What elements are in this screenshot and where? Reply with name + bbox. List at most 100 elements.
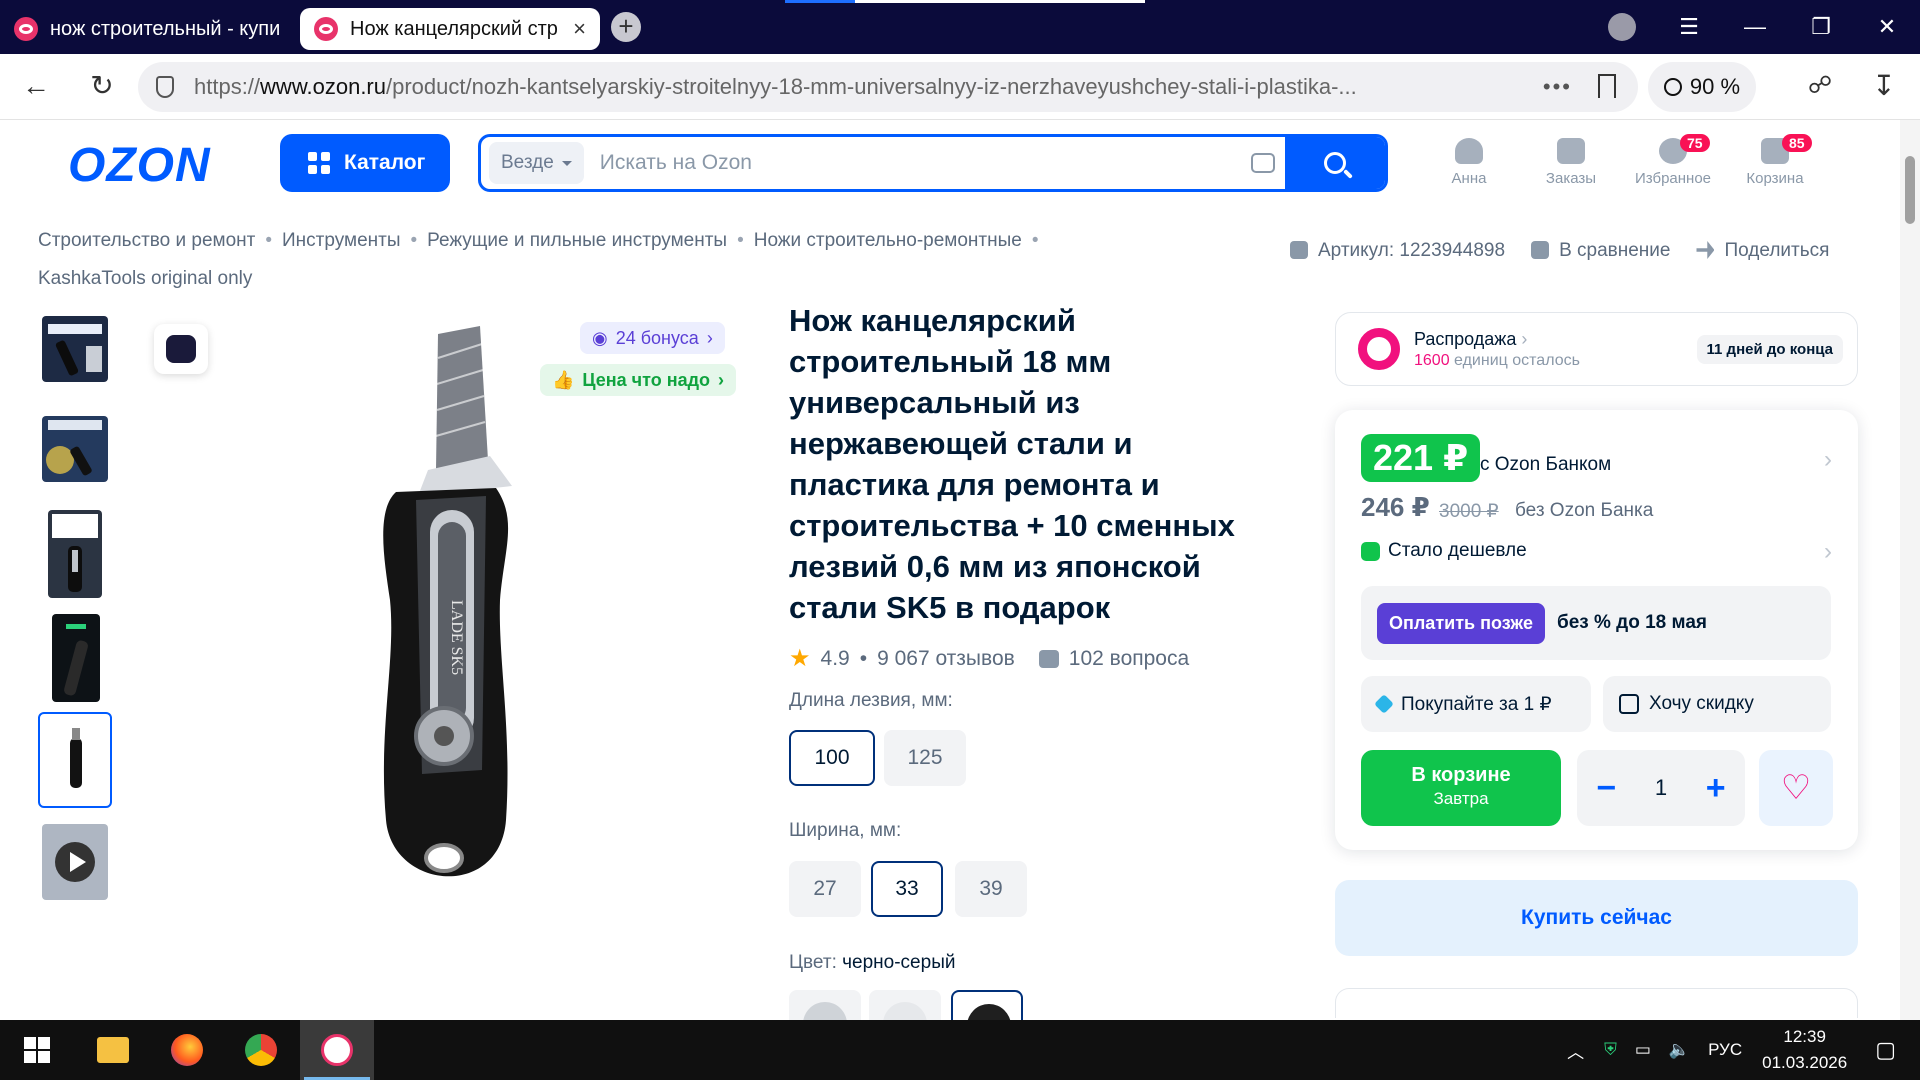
gallery-video-thumbnail[interactable] <box>42 824 108 900</box>
chevron-right-icon[interactable]: › <box>1824 538 1832 566</box>
reload-icon[interactable]: ↻ <box>82 66 122 106</box>
cart-label: Корзина <box>1746 170 1804 187</box>
shield-icon <box>156 76 174 98</box>
page-scrollbar[interactable] <box>1900 120 1920 1020</box>
header-orders[interactable]: Заказы <box>1526 138 1616 187</box>
width-option[interactable]: 39 <box>955 861 1027 917</box>
search-input[interactable] <box>599 151 1200 175</box>
want-discount-button[interactable]: Хочу скидку <box>1603 676 1831 732</box>
gallery-thumbnail[interactable] <box>42 316 108 382</box>
breadcrumb-item[interactable]: Режущие и пильные инструменты <box>427 230 727 251</box>
color-swatch[interactable] <box>789 990 861 1020</box>
question-icon <box>1038 649 1059 668</box>
file-explorer-icon[interactable] <box>76 1020 150 1080</box>
url-text[interactable]: https://www.ozon.ru/product/nozh-kantsel… <box>194 74 1514 100</box>
blade-length-option[interactable]: 100 <box>789 730 875 786</box>
header-favorites[interactable]: 75 Избранное <box>1628 134 1718 187</box>
minimize-button[interactable]: — <box>1722 14 1788 40</box>
no-bank-label: без Ozon Банка <box>1515 500 1654 521</box>
security-shield-icon[interactable]: ⛨ <box>1604 1040 1617 1060</box>
header-cart[interactable]: 85 Корзина <box>1730 134 1820 187</box>
price-drop-row[interactable]: Стало дешевле <box>1361 540 1527 562</box>
increment-button[interactable]: + <box>1706 769 1726 808</box>
clock-date: 01.03.2026 <box>1762 1053 1848 1072</box>
bookmark-icon[interactable] <box>1598 74 1616 98</box>
header-user[interactable]: Анна <box>1424 138 1514 187</box>
reviews-link[interactable]: 9 067 отзывов <box>877 647 1015 671</box>
scrollbar-thumb[interactable] <box>1905 156 1915 224</box>
blade-length-option[interactable]: 125 <box>884 730 966 786</box>
sale-title: Распродажа <box>1414 328 1517 349</box>
gallery-thumbnail[interactable] <box>48 510 102 598</box>
color-swatch-selected[interactable] <box>951 990 1023 1020</box>
decrement-button[interactable]: − <box>1596 769 1616 808</box>
article-number[interactable]: Артикул: 1223944898 <box>1290 240 1505 262</box>
close-window-button[interactable]: ✕ <box>1854 14 1920 40</box>
share-button[interactable]: Поделиться <box>1696 240 1829 262</box>
chrome-icon[interactable] <box>224 1020 298 1080</box>
tab-search-results[interactable]: нож строительный - купи <box>0 8 296 50</box>
favorite-heart-icon[interactable]: ♡ <box>1759 750 1833 826</box>
article-bar: Артикул: 1223944898 В сравнение Поделить… <box>1290 240 1829 262</box>
restore-button[interactable]: ❐ <box>1788 14 1854 40</box>
thumbnail-image <box>48 510 102 598</box>
product-main-image[interactable]: LADE SK5 <box>200 300 760 900</box>
zoom-level: 90 % <box>1689 74 1741 99</box>
download-icon[interactable]: ↧ <box>1864 66 1904 106</box>
gallery-thumbnail[interactable] <box>42 416 108 482</box>
breadcrumb-item[interactable]: Строительство и ремонт <box>38 230 255 251</box>
box-icon <box>1557 138 1585 164</box>
vpn-icon[interactable]: ☍ <box>1800 66 1840 106</box>
cart-count-badge: 85 <box>1782 134 1812 152</box>
thumbnail-image <box>42 316 108 382</box>
width-option[interactable]: 27 <box>789 861 861 917</box>
tab-product-active[interactable]: Нож канцелярский стр × <box>300 8 600 50</box>
profile-avatar-icon[interactable] <box>1608 13 1636 41</box>
firefox-icon[interactable] <box>150 1020 224 1080</box>
breadcrumb: Строительство и ремонт • Инструменты • Режущ… <box>38 230 1039 289</box>
pay-later-block[interactable]: Оплатить позже без % до 18 мая <box>1361 586 1831 660</box>
catalog-button[interactable]: Каталог <box>280 134 450 192</box>
new-tab-button[interactable]: + <box>611 12 641 42</box>
volume-icon[interactable]: 🔈 <box>1669 1040 1690 1060</box>
network-icon[interactable]: ▭ <box>1635 1040 1651 1060</box>
ozon-logo[interactable]: OZON <box>68 138 211 193</box>
color-swatch[interactable] <box>869 990 941 1020</box>
buy-now-button[interactable]: Купить сейчас <box>1335 880 1858 956</box>
breadcrumb-item[interactable]: KashkaTools original only <box>38 268 252 289</box>
breadcrumb-item[interactable]: Ножи строительно-ремонтные <box>754 230 1022 251</box>
tab-loading-indicator-track <box>855 0 1145 3</box>
sparkle-icon <box>1374 694 1394 714</box>
search-scope-dropdown[interactable]: Везде <box>489 142 584 184</box>
chevron-right-icon[interactable]: › <box>1824 446 1832 474</box>
notifications-icon[interactable]: ▢ <box>1875 1037 1896 1063</box>
buy-for-1-button[interactable]: Покупайте за 1 ₽ <box>1361 676 1591 732</box>
width-label: Ширина, мм: <box>789 820 902 841</box>
width-option[interactable]: 33 <box>871 861 943 917</box>
more-dots-icon[interactable]: ••• <box>1543 74 1572 100</box>
tab-close-icon[interactable]: × <box>573 16 586 42</box>
copy-icon <box>1290 241 1308 259</box>
menu-icon[interactable]: ☰ <box>1656 14 1722 40</box>
camera-icon[interactable] <box>1251 153 1275 173</box>
breadcrumb-item[interactable]: Инструменты <box>282 230 400 251</box>
url-field[interactable]: https://www.ozon.ru/product/nozh-kantsel… <box>138 62 1638 112</box>
questions-link[interactable]: 102 вопроса <box>1069 647 1189 671</box>
back-arrow-icon[interactable]: ← <box>16 66 56 106</box>
delivery-date: Завтра <box>1433 789 1489 808</box>
search-button[interactable] <box>1285 137 1385 189</box>
in-cart-button[interactable]: В корзине Завтра <box>1361 750 1561 826</box>
gallery-thumbnail-selected[interactable] <box>38 712 112 808</box>
seller-card <box>1335 988 1858 1018</box>
magnifier-icon <box>1663 78 1682 96</box>
clock[interactable]: 12:39 01.03.2026 <box>1762 1024 1847 1076</box>
windows-start-icon[interactable] <box>0 1020 74 1080</box>
chevron-up-icon[interactable]: ︿ <box>1567 1038 1584 1063</box>
zoom-indicator[interactable]: 90 % <box>1648 62 1756 112</box>
compare-button[interactable]: В сравнение <box>1531 240 1670 262</box>
gallery-thumbnail[interactable] <box>52 614 100 702</box>
sale-days-left: 11 дней до конца <box>1696 335 1843 364</box>
yandex-browser-icon[interactable] <box>300 1020 374 1080</box>
language-indicator[interactable]: РУС <box>1708 1040 1742 1060</box>
sale-banner[interactable]: Распродажа › 1600 единиц осталось 11 дне… <box>1335 312 1858 386</box>
